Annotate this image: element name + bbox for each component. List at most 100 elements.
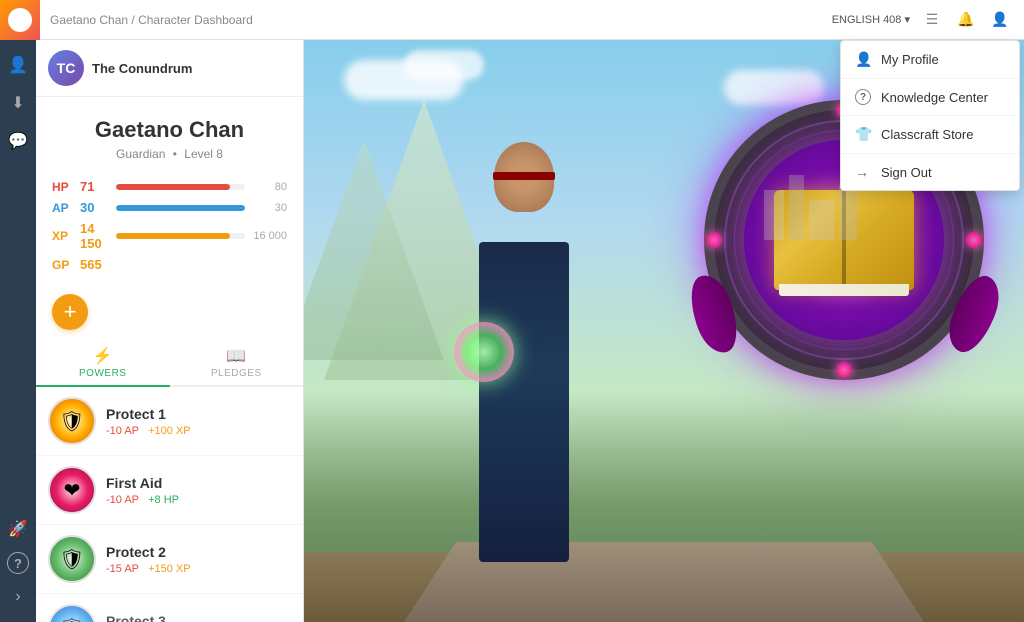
add-power-button[interactable]: + bbox=[52, 294, 88, 330]
sign-out-item[interactable]: → Sign Out bbox=[841, 154, 1019, 190]
breadcrumb-user[interactable]: Gaetano Chan bbox=[50, 13, 128, 27]
sidebar-chevron-right-icon[interactable]: › bbox=[3, 582, 33, 612]
knowledge-center-label: Knowledge Center bbox=[881, 90, 988, 105]
character-name: Gaetano Chan bbox=[48, 117, 291, 143]
xp-max: 16 000 bbox=[251, 230, 287, 242]
classcraft-store-item[interactable]: 👕 Classcraft Store bbox=[841, 116, 1019, 154]
power-icon-protect3: 🛡 bbox=[48, 604, 96, 622]
power-cost: -10 AP +100 XP bbox=[106, 425, 291, 437]
hp-bar bbox=[116, 184, 230, 190]
hp-row: HP 71 80 bbox=[52, 179, 287, 194]
stats-section: HP 71 80 AP 30 30 XP 14 150 16 000 bbox=[36, 171, 303, 286]
power-info-protect3: Protect 3 -20 AP +200 XP bbox=[106, 613, 291, 622]
character-tabs: ⚡ POWERS 📖 PLEDGES bbox=[36, 338, 303, 387]
power-name: Protect 3 bbox=[106, 613, 291, 622]
power-cost-xp: +100 XP bbox=[148, 425, 191, 437]
hp-bar-wrap bbox=[116, 184, 245, 190]
power-cost-xp: +150 XP bbox=[148, 563, 191, 575]
sidebar-item-chat[interactable]: 💬 bbox=[3, 126, 33, 156]
knowledge-center-item[interactable]: ? Knowledge Center bbox=[841, 79, 1019, 116]
my-profile-label: My Profile bbox=[881, 52, 939, 67]
ap-bar bbox=[116, 205, 245, 211]
my-profile-item[interactable]: 👤 My Profile bbox=[841, 41, 1019, 79]
app-logo[interactable] bbox=[0, 0, 40, 40]
powers-tab-label: POWERS bbox=[79, 368, 126, 379]
sign-out-label: Sign Out bbox=[881, 165, 932, 180]
power-icon-protect2: 🛡 bbox=[48, 535, 96, 583]
xp-bar-wrap bbox=[116, 233, 245, 239]
character-subtitle: Guardian • Level 8 bbox=[48, 147, 291, 161]
pledges-tab-label: PLEDGES bbox=[211, 368, 262, 379]
power-info-firstaid: First Aid -10 AP +8 HP bbox=[106, 475, 291, 506]
power-cost-ap: -15 AP bbox=[106, 563, 139, 575]
power-cost-ap: -10 AP bbox=[106, 425, 139, 437]
breadcrumb-page: Character Dashboard bbox=[138, 13, 253, 27]
power-info-protect2: Protect 2 -15 AP +150 XP bbox=[106, 544, 291, 575]
char-headband bbox=[493, 172, 555, 180]
powers-list: 🛡 Protect 1 -10 AP +100 XP ❤ First Aid -… bbox=[36, 387, 303, 622]
xp-row: XP 14 150 16 000 bbox=[52, 221, 287, 251]
list-item[interactable]: 🛡 Protect 2 -15 AP +150 XP bbox=[36, 525, 303, 594]
list-item[interactable]: ❤ First Aid -10 AP +8 HP bbox=[36, 456, 303, 525]
character-info: Gaetano Chan Guardian • Level 8 bbox=[36, 97, 303, 171]
ap-row: AP 30 30 bbox=[52, 200, 287, 215]
logo-inner bbox=[8, 8, 32, 32]
user-profile-icon[interactable]: 👤 bbox=[986, 6, 1014, 34]
char-body bbox=[479, 242, 569, 562]
ap-max: 30 bbox=[251, 202, 287, 214]
notification-icon[interactable]: 🔔 bbox=[952, 6, 980, 34]
gem-right bbox=[966, 232, 982, 248]
gem-left bbox=[706, 232, 722, 248]
power-name: Protect 2 bbox=[106, 544, 291, 560]
power-info-protect1: Protect 1 -10 AP +100 XP bbox=[106, 406, 291, 437]
profile-icon: 👤 bbox=[855, 51, 871, 68]
dropdown-menu: 👤 My Profile ? Knowledge Center 👕 Classc… bbox=[840, 40, 1020, 191]
hp-max: 80 bbox=[251, 181, 287, 193]
power-cost-hp: +8 HP bbox=[148, 494, 179, 506]
character-class: Guardian bbox=[116, 147, 165, 161]
language-selector[interactable]: ENGLISH 408 ▾ bbox=[832, 13, 918, 26]
gp-current: 565 bbox=[80, 257, 110, 272]
ap-current: 30 bbox=[80, 200, 110, 215]
guild-name: The Conundrum bbox=[92, 61, 192, 76]
hp-label: HP bbox=[52, 180, 74, 194]
store-icon: 👕 bbox=[855, 126, 871, 143]
sidebar-item-avatar[interactable]: 👤 bbox=[3, 50, 33, 80]
sidebar-item-help[interactable]: ? bbox=[7, 552, 29, 574]
subtitle-dot: • bbox=[173, 147, 177, 161]
powers-tab[interactable]: ⚡ POWERS bbox=[36, 338, 170, 387]
power-cost-ap: -10 AP bbox=[106, 494, 139, 506]
cloud-2 bbox=[404, 50, 484, 80]
character-figure bbox=[434, 142, 614, 562]
classcraft-store-label: Classcraft Store bbox=[881, 127, 973, 142]
ap-bar-wrap bbox=[116, 205, 245, 211]
menu-icon[interactable]: ☰ bbox=[918, 6, 946, 34]
avatar: TC bbox=[48, 50, 84, 86]
sidebar-item-rocket[interactable]: 🚀 bbox=[3, 514, 33, 544]
topbar: Gaetano Chan / Character Dashboard ENGLI… bbox=[0, 0, 1024, 40]
character-panel: TC The Conundrum Gaetano Chan Guardian •… bbox=[36, 40, 304, 622]
sign-out-icon: → bbox=[855, 164, 871, 180]
power-name: Protect 1 bbox=[106, 406, 291, 422]
power-icon-protect1: 🛡 bbox=[48, 397, 96, 445]
power-cost: -10 AP +8 HP bbox=[106, 494, 291, 506]
list-item[interactable]: 🛡 Protect 1 -10 AP +100 XP bbox=[36, 387, 303, 456]
breadcrumb-sep: / bbox=[131, 13, 134, 27]
list-item[interactable]: 🛡 Protect 3 -20 AP +200 XP bbox=[36, 594, 303, 622]
pledges-tab-icon: 📖 bbox=[174, 346, 300, 366]
gp-label: GP bbox=[52, 258, 74, 272]
sidebar-item-download[interactable]: ⬇ bbox=[3, 88, 33, 118]
power-name: First Aid bbox=[106, 475, 291, 491]
knowledge-center-icon: ? bbox=[855, 89, 871, 105]
energy-orb bbox=[454, 322, 514, 382]
gem-bottom bbox=[836, 362, 852, 378]
ap-label: AP bbox=[52, 201, 74, 215]
hp-current: 71 bbox=[80, 179, 110, 194]
powers-tab-icon: ⚡ bbox=[40, 346, 166, 366]
character-level: Level 8 bbox=[184, 147, 223, 161]
xp-bar bbox=[116, 233, 230, 239]
power-icon-firstaid: ❤ bbox=[48, 466, 96, 514]
xp-current: 14 150 bbox=[80, 221, 110, 251]
left-sidebar: 👤 ⬇ 💬 🚀 ? › bbox=[0, 40, 36, 622]
pledges-tab[interactable]: 📖 PLEDGES bbox=[170, 338, 304, 385]
